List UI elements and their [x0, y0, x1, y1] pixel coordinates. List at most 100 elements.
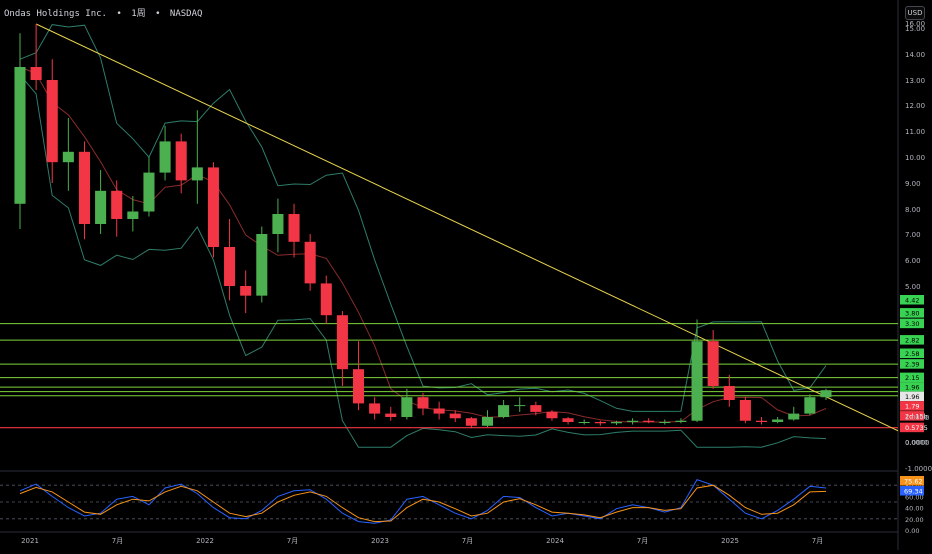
price-axis-tick: 13.00 — [905, 77, 925, 85]
candle-body — [46, 80, 58, 163]
stoch-axis-tick: 40.00 — [905, 505, 924, 513]
price-label-text: 1.96 — [905, 393, 919, 401]
moving-average — [19, 66, 827, 423]
candle-body — [594, 422, 606, 424]
candle-body — [643, 420, 655, 422]
candle-body — [14, 67, 26, 204]
exchange-label: NASDAQ — [169, 9, 203, 19]
candle-body — [755, 420, 768, 422]
time-axis-tick: 2024 — [546, 537, 564, 545]
stoch-axis-tick: 20.00 — [905, 516, 924, 524]
price-axis-tick: 9.00 — [905, 180, 921, 188]
candle-body — [788, 413, 800, 420]
trendline — [35, 23, 899, 432]
time-axis-tick: 7月 — [637, 537, 648, 545]
bollinger-upper — [19, 24, 827, 412]
chart-root: 16.00 15.00 14.00 13.00 12.00 11.00 10.00 9.00 8… — [0, 0, 932, 550]
candle-body — [288, 214, 300, 242]
candle-body — [739, 400, 751, 421]
price-label-text: 0.0000 — [905, 439, 928, 447]
candle-body — [30, 67, 42, 80]
price-label-text: 2.58 — [905, 350, 919, 358]
price-axis-tick: 14.00 — [905, 51, 925, 59]
candle-body — [481, 417, 494, 426]
candle-body — [78, 151, 91, 224]
chart-title: Ondas Holdings Inc. • 1周 • NASDAQ — [4, 6, 206, 19]
candle-body — [465, 418, 477, 426]
separator-dot: • — [155, 9, 161, 19]
candle-body — [191, 167, 203, 181]
price-label-text: 1.96 — [905, 384, 919, 392]
candle-body — [546, 411, 558, 419]
stoch-axis-tick: 0.00 — [905, 527, 919, 535]
price-axis-tick: 7.00 — [905, 231, 921, 239]
time-axis-tick: 2021 — [21, 537, 39, 545]
candle-body — [691, 341, 703, 421]
candle-body — [336, 315, 348, 370]
candle-body — [240, 286, 252, 296]
price-label-text: 1.79 — [905, 403, 919, 411]
candle-body — [530, 405, 542, 412]
candle-body — [401, 397, 413, 417]
candle-body — [578, 422, 590, 423]
price-chart[interactable]: 16.0015.0014.0013.0012.0011.0010.009.008… — [0, 0, 932, 550]
candle-body — [433, 408, 445, 414]
candle-body — [272, 214, 284, 234]
price-axis-tick: 8.00 — [905, 206, 921, 214]
candle-body — [304, 241, 316, 284]
price-label-text: 2.82 — [905, 337, 919, 345]
candle-body — [143, 172, 155, 212]
price-axis-tick: 6.00 — [905, 257, 921, 265]
candle-body — [417, 397, 429, 409]
time-axis-tick: 7月 — [462, 537, 473, 545]
time-axis-tick: 7月 — [112, 537, 123, 545]
currency-button[interactable]: USD — [905, 6, 925, 20]
price-label-text: 2.39 — [905, 361, 919, 369]
price-axis-tick: 11.00 — [905, 128, 925, 136]
price-label-text: 2.15 — [905, 374, 919, 382]
price-axis-tick: 10.00 — [905, 154, 925, 162]
price-label-text: 3.80 — [905, 310, 919, 318]
candle-body — [207, 167, 219, 247]
time-axis-tick: 2025 — [721, 537, 739, 545]
candle-body — [610, 422, 622, 424]
candle-body — [352, 369, 365, 404]
candle-body — [562, 418, 574, 422]
candle-body — [820, 390, 832, 398]
symbol-name: Ondas Holdings Inc. — [4, 9, 107, 19]
candle-body — [675, 420, 687, 422]
price-label-text: 0.5735 — [905, 424, 928, 432]
time-axis-tick: 7月 — [812, 537, 823, 545]
candle-body — [449, 413, 461, 419]
time-axis-tick: 2022 — [196, 537, 214, 545]
separator-dot: • — [116, 9, 122, 19]
candle-body — [772, 419, 784, 422]
stoch-value-label: 75.62 — [904, 478, 923, 486]
candle-body — [127, 211, 139, 219]
stoch-value-label: 69.34 — [904, 488, 923, 496]
candle-body — [707, 341, 719, 386]
price-axis-tick: -1.0000 — [905, 465, 932, 473]
price-label-text: 1.0000 — [905, 414, 928, 422]
time-axis-tick: 7月 — [287, 537, 298, 545]
candle-body — [369, 403, 381, 414]
price-axis-tick: 12.00 — [905, 102, 925, 110]
candle-body — [224, 247, 236, 286]
candle-body — [62, 151, 74, 163]
candle-body — [95, 190, 107, 224]
candle-body — [514, 405, 526, 407]
candle-body — [385, 413, 397, 417]
price-axis-tick: 5.00 — [905, 283, 921, 291]
candle-body — [159, 141, 171, 173]
candle-body — [659, 422, 671, 423]
time-axis-tick: 2023 — [371, 537, 389, 545]
candle-body — [498, 405, 510, 417]
candle-body — [723, 386, 735, 400]
stoch-d-line — [19, 484, 827, 523]
price-label-text: 3.30 — [905, 320, 919, 328]
candle-body — [175, 141, 187, 181]
price-axis-tick: 15.00 — [905, 25, 925, 33]
candle-body — [320, 283, 332, 316]
price-label-text: 4.42 — [905, 297, 919, 305]
candle-body — [627, 420, 639, 422]
